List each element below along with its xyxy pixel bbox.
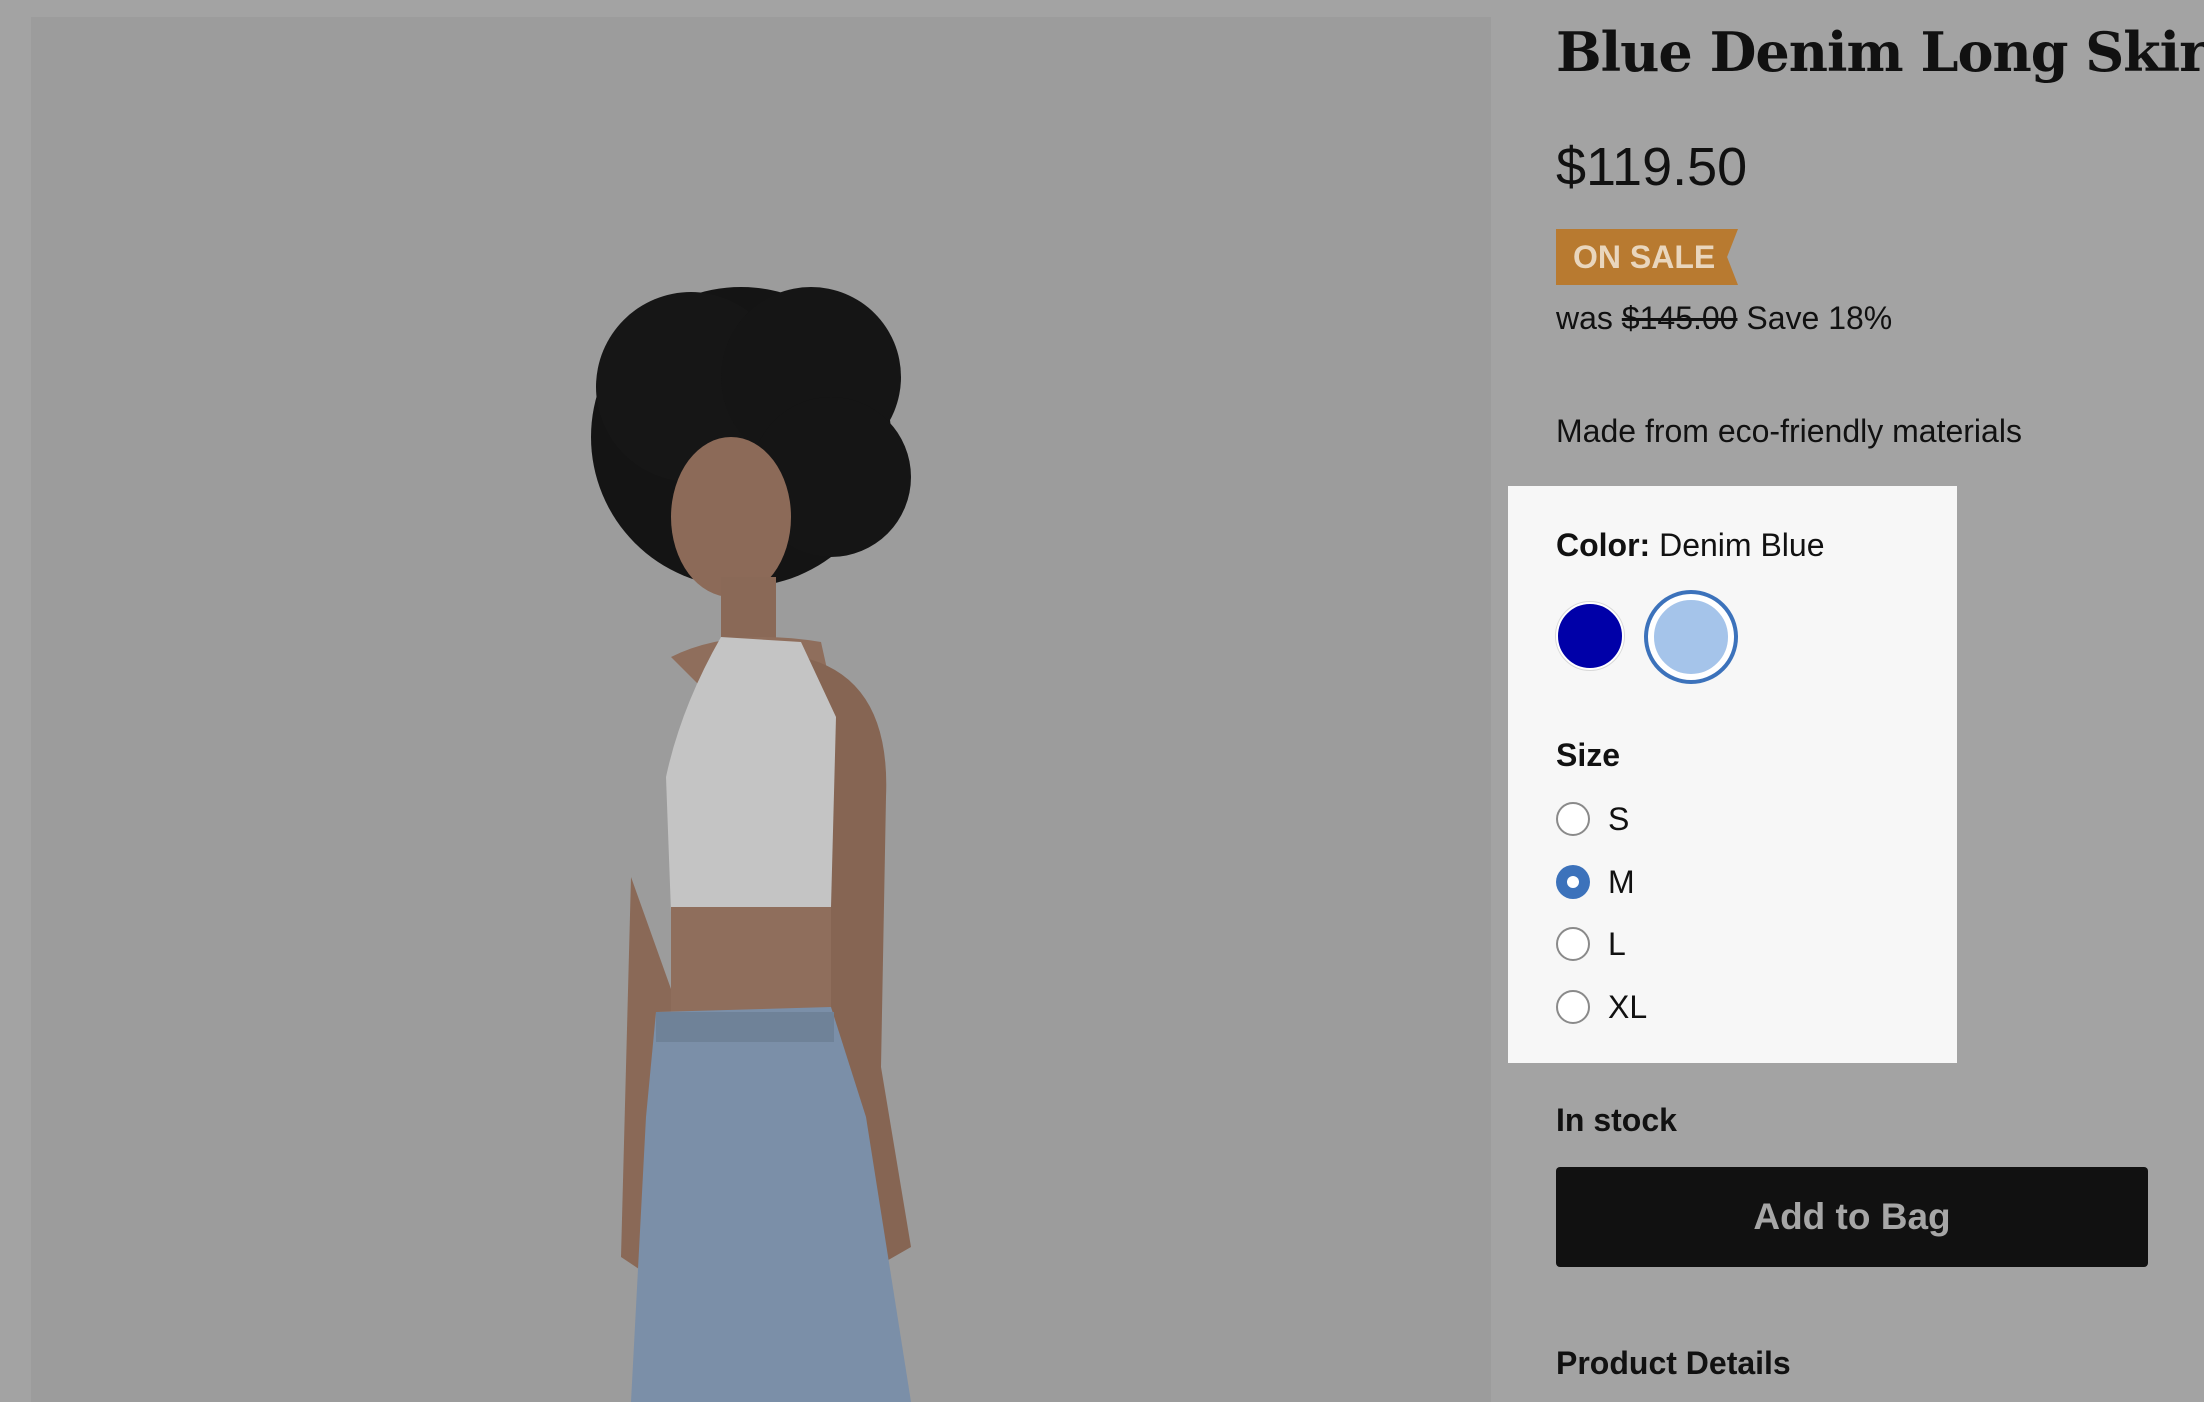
savings-text: Save 18% — [1746, 300, 1893, 336]
radio-icon[interactable] — [1556, 802, 1590, 836]
size-option-xl[interactable]: XL — [1556, 987, 1647, 1027]
color-label: Color: Denim Blue — [1556, 527, 1825, 564]
size-option-label: M — [1608, 863, 1635, 900]
product-title: Blue Denim Long Skirt — [1556, 20, 2204, 84]
was-prefix: was — [1556, 300, 1613, 336]
size-option-s[interactable]: S — [1556, 799, 1629, 839]
size-label: Size — [1556, 737, 1621, 773]
original-price: $145.00 — [1621, 300, 1738, 336]
radio-icon[interactable] — [1556, 927, 1590, 961]
size-option-l[interactable]: L — [1556, 924, 1626, 964]
product-image — [31, 17, 1491, 1402]
product-price: $119.50 — [1556, 137, 1748, 197]
size-option-label: S — [1608, 800, 1630, 837]
original-price-line: was $145.00 Save 18% — [1556, 300, 1892, 337]
color-swatch-dark-blue[interactable] — [1556, 602, 1624, 670]
size-option-label: XL — [1608, 988, 1648, 1025]
product-details-heading[interactable]: Product Details — [1556, 1345, 1791, 1382]
radio-checked-icon[interactable] — [1556, 865, 1590, 899]
size-option-label: L — [1608, 925, 1626, 962]
color-swatch-denim-blue[interactable] — [1648, 594, 1734, 680]
stock-status: In stock — [1556, 1102, 1677, 1138]
sale-badge: ON SALE — [1556, 229, 1738, 285]
size-option-m[interactable]: M — [1556, 862, 1635, 902]
options-panel — [1508, 486, 1957, 1063]
model-photo-icon — [31, 17, 1491, 1402]
color-selected-value: Denim Blue — [1659, 527, 1825, 563]
product-page: Blue Denim Long Skirt $119.50 ON SALE wa… — [0, 0, 2204, 1402]
eco-note: Made from eco-friendly materials — [1556, 413, 2022, 449]
radio-icon[interactable] — [1556, 990, 1590, 1024]
add-to-bag-button[interactable]: Add to Bag — [1556, 1167, 2148, 1267]
color-label-key: Color: — [1556, 527, 1651, 563]
